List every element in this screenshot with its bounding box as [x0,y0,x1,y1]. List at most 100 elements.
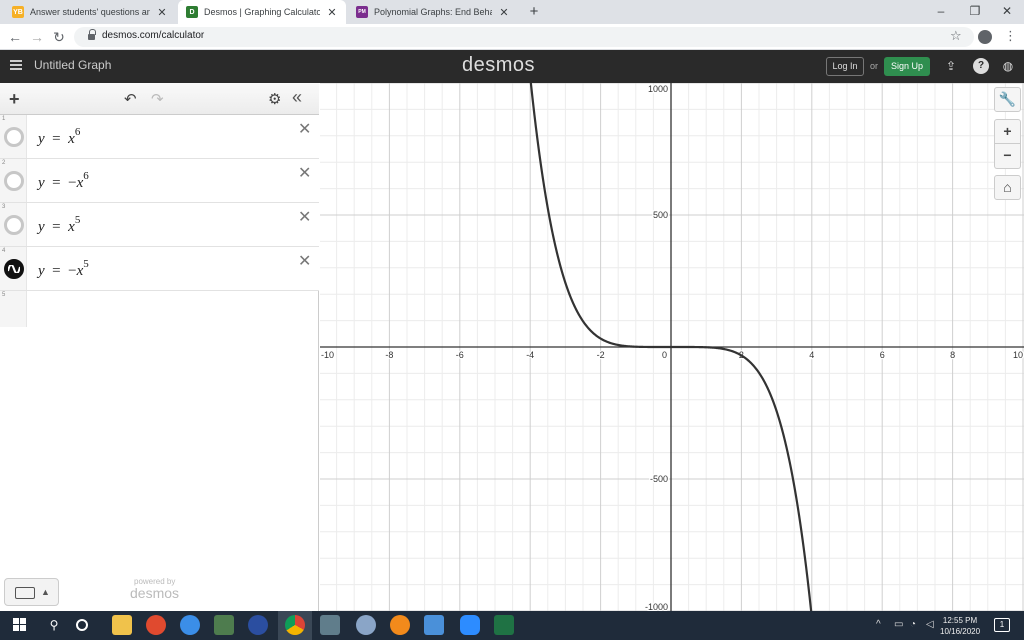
add-item-icon[interactable]: + [9,89,20,110]
keyboard-icon [15,587,35,599]
equals-sign: = [48,131,65,147]
curve-color-toggle-icon[interactable] [4,259,24,279]
app-icon[interactable] [390,615,410,635]
graph-title[interactable]: Untitled Graph [34,58,111,72]
toggle-visibility-icon[interactable] [4,215,24,235]
tab-favicon: PM [356,6,368,18]
help-icon[interactable]: ? [973,58,989,74]
clock-time: 12:55 PM [942,616,978,625]
equals-sign: = [48,175,65,191]
address-bar[interactable]: desmos.com/calculator [74,27,974,47]
tab-polynomial-graphs[interactable]: PM Polynomial Graphs: End Behavior ✕ [348,0,518,24]
notification-center-icon[interactable]: 1 [994,618,1010,632]
expression-math[interactable]: y = −x6 [38,170,89,192]
app-icon[interactable] [146,615,166,635]
expression-sign: − [68,175,77,191]
delete-expression-icon[interactable]: ✕ [298,207,311,227]
restore-icon[interactable]: ❐ [958,0,992,24]
x-tick-label: -8 [385,350,393,360]
redo-icon[interactable]: ↷ [151,90,164,108]
back-icon[interactable]: ← [6,28,24,46]
tab-desmos[interactable]: D Desmos | Graphing Calculator ✕ [178,0,346,24]
minimize-icon[interactable]: – [924,0,958,24]
expression-row[interactable]: 3 y = x5 ✕ [0,203,319,247]
reload-icon[interactable]: ↻ [50,28,68,46]
expression-exponent: 5 [74,214,81,226]
zoom-out-icon[interactable]: − [994,144,1021,169]
lock-icon [88,29,96,41]
windows-start-icon[interactable] [10,615,30,635]
share-icon[interactable]: ⇪ [943,58,959,74]
battery-icon[interactable]: ▭ [894,619,903,630]
sign-up-button[interactable]: Sign Up [884,57,930,76]
tab-close-icon[interactable]: ✕ [326,6,338,19]
bookmark-star-icon[interactable]: ☆ [950,28,962,44]
volume-icon[interactable]: ◁ [926,619,934,630]
app-icon[interactable] [356,615,376,635]
app-icon[interactable] [248,615,268,635]
toggle-visibility-icon[interactable] [4,171,24,191]
equals-sign: = [48,263,65,279]
tab-close-icon[interactable]: ✕ [156,6,168,19]
expression-math[interactable]: y = −x5 [38,258,89,280]
system-clock[interactable]: 12:55 PM 10/16/2020 [940,615,980,637]
browser-tab-strip: YB Answer students' questions and ✕ D De… [0,0,1024,24]
graph-canvas[interactable]: -10 -8 -6 -4 -2 0 2 4 6 8 10 1000500-500-1000 [320,83,1024,611]
new-expression-row[interactable]: 5 [0,291,27,327]
browser-menu-icon[interactable]: ⋮ [1004,28,1017,44]
app-icon[interactable] [214,615,234,635]
expression-row[interactable]: 4 y = −x5 ✕ [0,247,319,291]
tab-answer-students[interactable]: YB Answer students' questions and ✕ [4,0,176,24]
x-tick-label: 10 [1013,350,1023,360]
wifi-icon[interactable]: ◔ [910,619,916,630]
language-globe-icon[interactable]: ◍ [1000,58,1016,74]
home-view-icon[interactable]: ⌂ [994,175,1021,200]
expression-panel: + ↶ ↷ ⚙ « 1 y = x6 ✕ 2 y = −x6 ✕ 3 y = x… [0,83,319,611]
expression-lhs: y [38,175,45,191]
undo-icon[interactable]: ↶ [124,90,137,108]
delete-expression-icon[interactable]: ✕ [298,119,311,139]
x-tick-label: -6 [456,350,464,360]
hamburger-menu-icon[interactable] [10,60,22,70]
expression-math[interactable]: y = x6 [38,126,80,148]
app-icon[interactable] [424,615,444,635]
graph-settings-wrench-icon[interactable]: 🔧 [994,87,1021,112]
expression-math[interactable]: y = x5 [38,214,81,236]
expression-lhs: y [38,219,45,235]
search-icon[interactable]: ⚲ [44,615,64,635]
window-close-icon[interactable]: ✕ [990,0,1024,24]
log-in-button[interactable]: Log In [826,57,864,76]
y-tick-label: -1000 [645,602,668,611]
chrome-icon[interactable] [285,615,305,635]
y-tick-label: -500 [650,474,668,484]
edge-icon[interactable] [180,615,200,635]
zoom-app-icon[interactable] [460,615,480,635]
tray-caret-icon[interactable]: ^ [876,619,881,630]
tab-title: Polynomial Graphs: End Behavior [374,7,492,17]
x-tick-label: 0 [662,350,667,360]
url-text: desmos.com/calculator [102,30,205,41]
equals-sign: = [48,219,65,235]
forward-icon[interactable]: → [28,28,46,46]
expression-row[interactable]: 1 y = x6 ✕ [0,115,319,159]
task-view-icon[interactable] [76,619,88,631]
graph-paper[interactable]: -10 -8 -6 -4 -2 0 2 4 6 8 10 1000 500 -500 -1000 🔧 + … [320,83,1024,611]
y-tick-label: 1000 [648,84,668,94]
toggle-visibility-icon[interactable] [4,127,24,147]
zoom-in-icon[interactable]: + [994,119,1021,144]
file-explorer-icon[interactable] [112,615,132,635]
app-icon[interactable] [320,615,340,635]
excel-icon[interactable] [494,615,514,635]
x-tick-label: -10 [321,350,334,360]
expression-lhs: y [38,131,45,147]
tab-close-icon[interactable]: ✕ [498,6,510,19]
expression-row[interactable]: 2 y = −x6 ✕ [0,159,319,203]
settings-gear-icon[interactable]: ⚙ [268,90,281,108]
keypad-toggle-button[interactable]: ▲ [4,578,59,606]
delete-expression-icon[interactable]: ✕ [298,251,311,271]
profile-icon[interactable] [978,30,992,44]
collapse-panel-icon[interactable]: « [292,87,302,108]
expression-exponent: 5 [83,258,89,270]
delete-expression-icon[interactable]: ✕ [298,163,311,183]
new-tab-icon[interactable]: + [524,2,544,22]
